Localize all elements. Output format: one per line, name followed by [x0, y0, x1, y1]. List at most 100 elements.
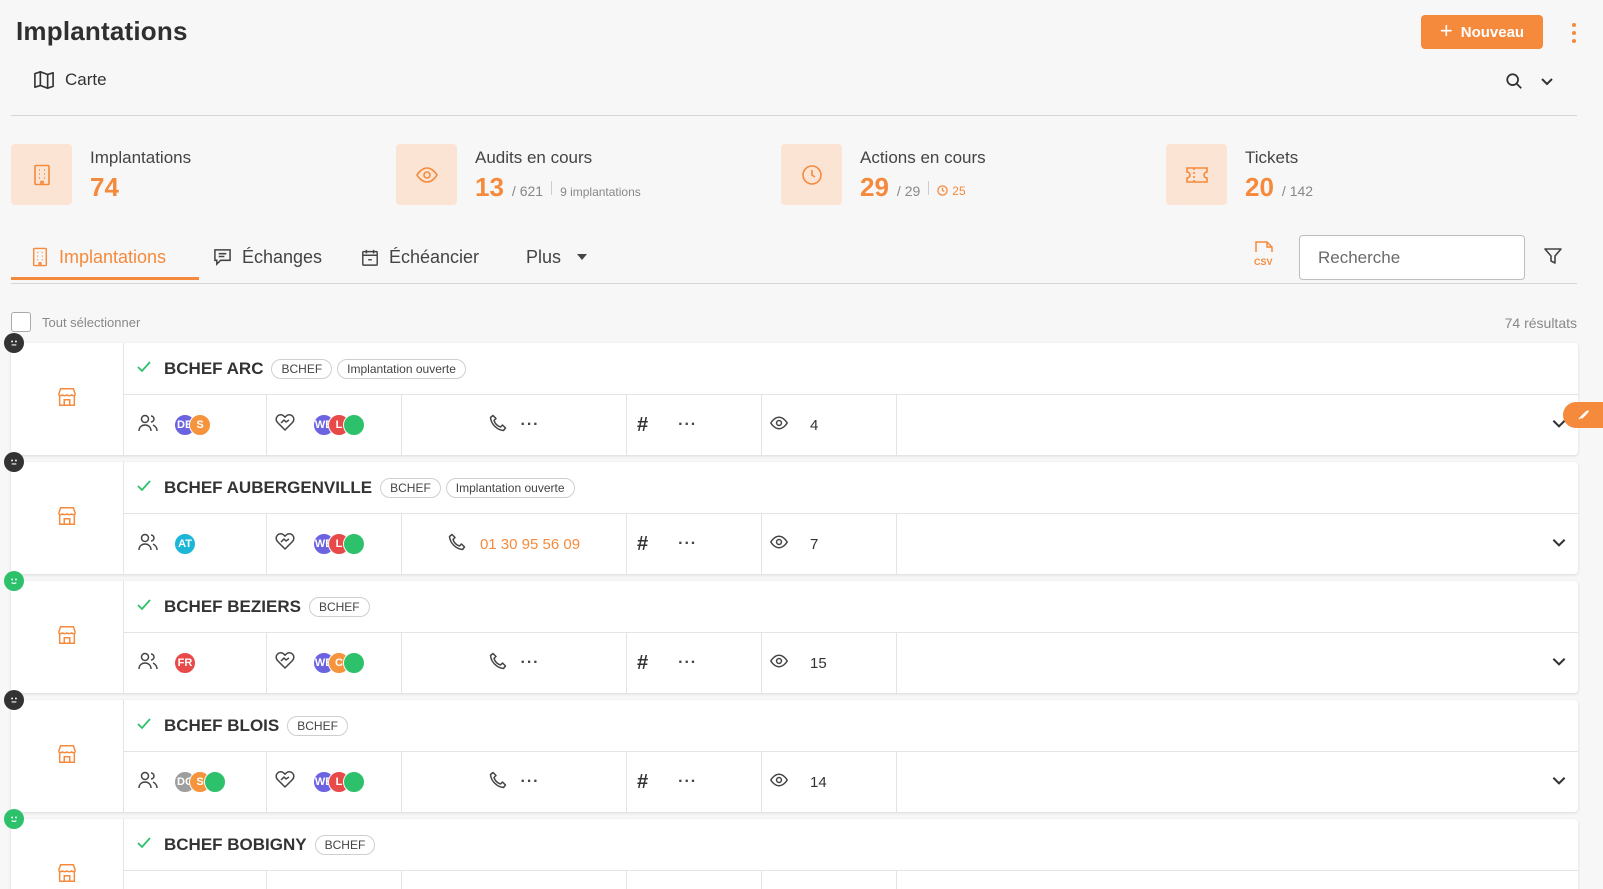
visits-cell: 14	[762, 752, 897, 812]
card-header: BCHEF BEZIERS BCHEF	[124, 581, 1578, 633]
avatar	[343, 414, 365, 436]
chevron-down-icon[interactable]	[1550, 652, 1568, 675]
check-icon	[136, 477, 152, 498]
eye-icon	[769, 416, 789, 434]
stat-total: / 621	[511, 183, 544, 199]
users-icon	[138, 771, 158, 794]
visits-count: 7	[810, 535, 819, 553]
tab-echanges[interactable]: Échanges	[213, 242, 322, 272]
stat-value: 20	[1245, 172, 1274, 202]
partners-avatars[interactable]: WB L	[313, 771, 365, 793]
tab-bar: Implantations Échanges Échéancier Plus C…	[11, 232, 1577, 284]
code-cell: #···	[627, 752, 762, 812]
implantation-name[interactable]: BCHEF BLOIS	[164, 716, 279, 736]
stat-value: 13	[475, 172, 504, 202]
eye-icon	[769, 773, 789, 791]
select-all-checkbox[interactable]	[11, 312, 31, 332]
divider	[928, 180, 930, 195]
visits-cell: 7	[762, 514, 897, 574]
tab-label: Échanges	[242, 246, 323, 267]
plus-icon: +	[1439, 18, 1453, 43]
users-avatars[interactable]: FR	[174, 652, 196, 674]
more-menu-icon[interactable]	[1569, 20, 1579, 46]
mood-neutral-icon	[4, 690, 24, 710]
tag-badge: Implantation ouverte	[337, 358, 466, 379]
implantation-card[interactable]: BCHEF AUBERGENVILLE BCHEF Implantation ouv…	[4, 452, 1578, 574]
search-icon[interactable]	[1505, 72, 1523, 90]
card-details: ···#···	[124, 871, 1578, 889]
implantation-card[interactable]: BCHEF BLOIS BCHEF DC S WB L ··· # ··· 14	[4, 690, 1578, 812]
search-input[interactable]	[1299, 235, 1525, 280]
implantation-name[interactable]: BCHEF BOBIGNY	[164, 835, 307, 855]
handshake-icon	[275, 532, 295, 556]
implantation-name[interactable]: BCHEF ARC	[164, 359, 263, 379]
expand-cell	[897, 752, 1578, 812]
new-button[interactable]: + Nouveau	[1421, 15, 1543, 49]
stat-label: Audits en cours	[475, 148, 593, 167]
partners-avatars[interactable]: WB C	[313, 652, 365, 674]
building-icon	[32, 247, 48, 267]
partners-avatars[interactable]: WB L	[313, 414, 365, 436]
tab-label: Plus	[526, 246, 562, 267]
caret-down-icon	[577, 254, 588, 260]
implantation-card[interactable]: BCHEF ARC BCHEF Implantation ouverte DB S WB L…	[4, 333, 1578, 455]
users-avatars[interactable]: AT	[174, 533, 196, 555]
visits-cell	[762, 871, 897, 889]
users-cell: FR	[124, 633, 267, 693]
stat-actions[interactable]: Actions en cours 29 / 29 25	[781, 144, 986, 206]
stat-implantations[interactable]: Implantations 74	[11, 144, 191, 206]
partners-cell: WB C	[267, 633, 402, 693]
tag-badge: BCHEF	[308, 596, 370, 617]
mood-neutral-icon	[4, 452, 24, 472]
mood-neutral-icon	[4, 333, 24, 353]
stat-audits[interactable]: Audits en cours 13 / 621 9 implantations	[396, 144, 641, 206]
map-view-button[interactable]: Carte	[33, 70, 107, 90]
check-icon	[136, 715, 152, 736]
phone-icon	[489, 771, 507, 794]
eye-icon	[769, 535, 789, 553]
selection-bar: Tout sélectionner 74 résultats	[11, 312, 1577, 334]
users-avatars[interactable]: DC S	[174, 771, 226, 793]
tab-plus[interactable]: Plus	[526, 242, 588, 272]
code-cell: #···	[627, 395, 762, 455]
new-button-label: Nouveau	[1460, 23, 1525, 41]
store-icon-cell	[4, 333, 124, 455]
chevron-down-icon[interactable]	[1550, 533, 1568, 556]
csv-export-icon[interactable]: CSV	[1253, 240, 1275, 268]
store-icon	[56, 505, 78, 532]
implantation-name[interactable]: BCHEF BEZIERS	[164, 597, 301, 617]
implantation-card[interactable]: BCHEF BOBIGNY BCHEF ···#···	[4, 809, 1578, 889]
phone-number[interactable]: 01 30 95 56 09	[480, 536, 580, 553]
users-icon	[138, 414, 158, 437]
chevron-down-icon[interactable]	[1539, 73, 1555, 89]
phone-cell: ···	[402, 752, 627, 812]
side-panel-tab[interactable]	[1563, 402, 1603, 428]
users-avatars[interactable]: DB S	[174, 414, 211, 436]
partners-cell: WB L	[267, 514, 402, 574]
chevron-down-icon[interactable]	[1550, 771, 1568, 794]
results-count: 74 résultats	[1504, 315, 1577, 331]
tab-implantations[interactable]: Implantations	[31, 242, 166, 272]
handshake-icon	[275, 770, 295, 794]
avatar: AT	[174, 533, 196, 555]
implantation-name[interactable]: BCHEF AUBERGENVILLE	[164, 478, 372, 498]
expand-cell	[897, 633, 1578, 693]
stat-tickets[interactable]: Tickets 20 / 142	[1166, 144, 1313, 206]
expand-cell	[897, 871, 1578, 889]
filter-icon[interactable]	[1543, 246, 1563, 266]
tag-badge: BCHEF	[287, 715, 348, 736]
implantation-card[interactable]: BCHEF BEZIERS BCHEF FR WB C ··· # ··· 15	[4, 571, 1578, 693]
handshake-icon	[275, 413, 295, 437]
eye-icon	[769, 654, 789, 672]
card-details: DB S WB L ··· # ··· 4	[124, 395, 1578, 455]
expand-cell	[897, 395, 1578, 455]
tab-echeancier[interactable]: Échéancier	[361, 242, 479, 272]
view-bar: Carte	[11, 60, 1577, 116]
calendar-icon	[362, 249, 378, 266]
partners-avatars[interactable]: WB L	[313, 533, 365, 555]
partners-cell: WB L	[267, 752, 402, 812]
code-cell: #···	[627, 871, 762, 889]
rocket-icon	[1578, 410, 1589, 420]
empty-value: ···	[678, 654, 698, 671]
card-header: BCHEF BLOIS BCHEF	[124, 700, 1578, 752]
